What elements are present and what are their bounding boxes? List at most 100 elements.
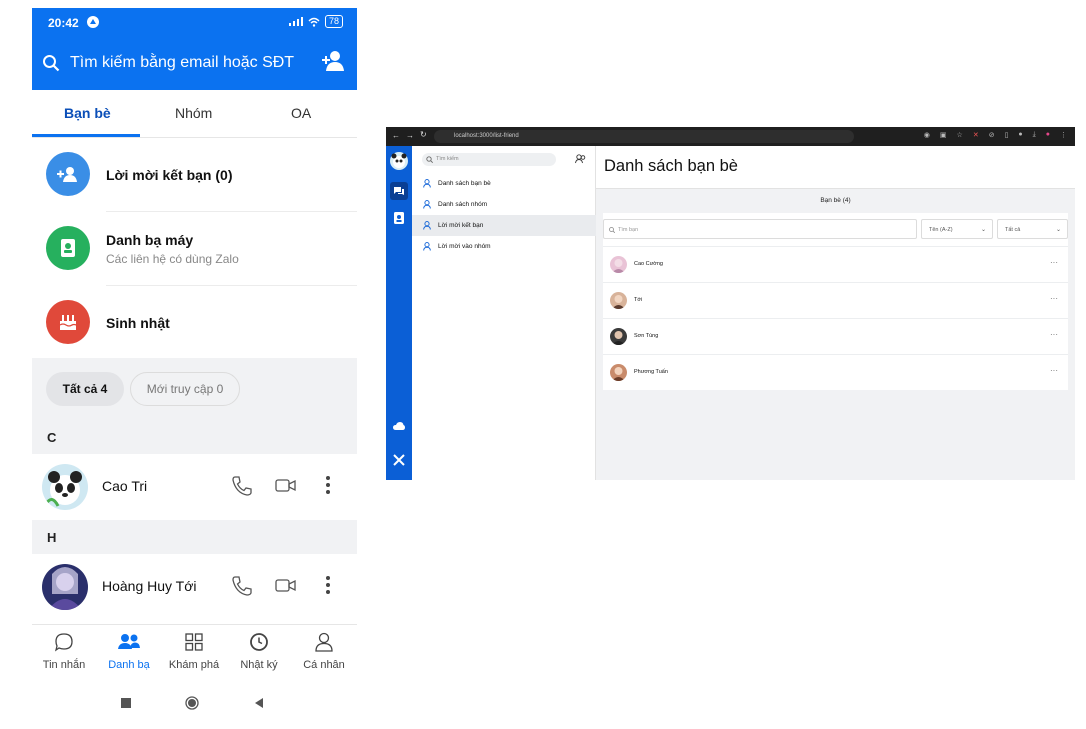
person-icon <box>423 200 431 209</box>
avatar <box>42 464 88 510</box>
contacts-icon[interactable] <box>390 209 408 227</box>
back-icon[interactable] <box>254 698 264 708</box>
system-navigation-bar <box>32 688 357 718</box>
recent-apps-icon[interactable] <box>121 698 131 708</box>
main-header: Danh sách bạn bè <box>596 146 1075 189</box>
add-friend-icon <box>46 152 90 196</box>
contact-menu-panel: Tìm kiếm Danh sách bạn bè Danh sách nhóm… <box>412 146 596 480</box>
person-icon <box>423 179 431 188</box>
search-bar[interactable]: Tìm kiếm bằng email hoặc SĐT <box>42 48 347 78</box>
more-options-icon[interactable] <box>325 574 331 596</box>
avatar <box>610 292 627 309</box>
extension-icon[interactable]: ▯ <box>1005 131 1009 139</box>
avatar <box>610 256 627 273</box>
section-letter-c: C <box>47 430 57 445</box>
friend-name: Cao Cường <box>634 261 663 267</box>
phone-contacts-subtitle: Các liên hệ có dùng Zalo <box>106 252 239 266</box>
filter-select[interactable]: Tất cả ⌄ <box>997 219 1068 239</box>
add-friend-button[interactable] <box>321 50 345 72</box>
menu-group-list[interactable]: Danh sách nhóm <box>412 194 596 215</box>
friend-row[interactable]: Cao Cường ··· <box>603 246 1068 282</box>
phone-call-icon[interactable] <box>230 574 252 596</box>
profile-icon[interactable]: ● <box>1046 131 1050 139</box>
extension-icon[interactable]: ⊘ <box>989 131 995 139</box>
contact-name: Hoàng Huy Tới <box>102 578 197 594</box>
phone-contacts-item[interactable]: Danh bạ máy Các liên hệ có dùng Zalo <box>32 212 357 286</box>
extension-icon[interactable]: ◉ <box>924 131 930 139</box>
battery-icon: 78 <box>324 15 343 28</box>
contact-name: Cao Tri <box>102 478 148 494</box>
filter-recent-chip[interactable]: Mới truy cập 0 <box>130 372 240 406</box>
tools-icon[interactable] <box>390 451 408 469</box>
friend-row[interactable]: Tới ··· <box>603 282 1068 318</box>
nav-discover[interactable]: Khám phá <box>162 631 226 671</box>
nav-messages[interactable]: Tin nhắn <box>32 631 96 671</box>
contact-row[interactable]: Hoàng Huy Tới <box>32 554 357 620</box>
forward-icon[interactable]: → <box>406 131 414 140</box>
avatar[interactable] <box>390 152 408 170</box>
avatar <box>610 364 627 381</box>
menu-label: Lời mời vào nhóm <box>438 243 491 250</box>
browser-extension-icons: ◉ ▣ ☆ ✕ ⊘ ▯ ● ⤓ ● ⋮ <box>924 131 1067 139</box>
phone-contacts-label: Danh bạ máy <box>106 232 194 248</box>
friend-requests-item[interactable]: Lời mời kết bạn (0) <box>32 138 357 212</box>
avatar <box>610 328 627 345</box>
nav-profile[interactable]: Cá nhân <box>292 631 356 671</box>
section-letter-h: H <box>47 530 57 545</box>
app-header: 20:42 78 Tìm kiếm bằng email hoặc SĐT <box>32 8 357 90</box>
url-text: localhost:3000/list-friend <box>454 133 519 139</box>
bottom-navigation: Tin nhắn Danh bạ Khám phá Nhật ký Cá nhâ… <box>32 624 357 680</box>
sort-select[interactable]: Tên (A-Z) ⌄ <box>921 219 993 239</box>
more-options-icon[interactable] <box>325 474 331 496</box>
tab-oa[interactable]: OA <box>291 105 311 121</box>
birthday-item[interactable]: Sinh nhật <box>32 286 357 360</box>
tab-groups[interactable]: Nhóm <box>175 105 212 121</box>
notification-icon <box>87 16 99 28</box>
more-options-icon[interactable]: ··· <box>1050 258 1058 267</box>
nav-contacts[interactable]: Danh bạ <box>97 631 161 671</box>
add-friend-icon[interactable] <box>575 154 586 164</box>
friend-row[interactable]: Phương Tuấn ··· <box>603 354 1068 390</box>
search-icon <box>609 227 615 233</box>
chat-bubble-icon <box>54 633 73 652</box>
contacts-icon <box>118 634 140 649</box>
nav-timeline[interactable]: Nhật ký <box>227 631 291 671</box>
reload-icon[interactable]: ↻ <box>420 130 427 139</box>
sidebar-search-input[interactable]: Tìm kiếm <box>422 153 556 166</box>
home-icon[interactable] <box>185 696 199 710</box>
active-tab-indicator <box>32 134 140 137</box>
avatar <box>42 564 88 610</box>
video-call-icon[interactable] <box>274 474 298 496</box>
cloud-icon[interactable] <box>390 417 408 435</box>
friend-requests-label: Lời mời kết bạn (0) <box>106 167 233 183</box>
extension-icon[interactable]: ✕ <box>973 131 979 139</box>
filter-all-chip[interactable]: Tất cả 4 <box>46 372 124 406</box>
person-icon <box>315 632 333 652</box>
browser-menu-icon[interactable]: ⋮ <box>1060 131 1067 139</box>
download-icon[interactable]: ⤓ <box>1033 131 1036 139</box>
clock-icon <box>250 633 268 651</box>
menu-friend-requests[interactable]: Lời mời kết bạn <box>412 215 596 236</box>
more-options-icon[interactable]: ··· <box>1050 294 1058 303</box>
chat-icon[interactable] <box>390 182 408 200</box>
menu-group-invites[interactable]: Lời mời vào nhóm <box>412 236 596 257</box>
tab-friends[interactable]: Bạn bè <box>64 105 111 121</box>
more-options-icon[interactable]: ··· <box>1050 330 1058 339</box>
status-icons: 78 <box>288 15 343 28</box>
phone-call-icon[interactable] <box>230 474 252 496</box>
extension-icon[interactable]: ● <box>1018 131 1022 139</box>
menu-friend-list[interactable]: Danh sách bạn bè <box>412 173 596 194</box>
friend-search-input[interactable]: Tìm bạn <box>603 219 917 239</box>
grid-icon <box>185 633 203 651</box>
phone-screen: 20:42 78 Tìm kiếm bằng email hoặc SĐT Bạ… <box>32 8 357 729</box>
extension-icon[interactable]: ▣ <box>940 131 947 139</box>
more-options-icon[interactable]: ··· <box>1050 366 1058 375</box>
video-call-icon[interactable] <box>274 574 298 596</box>
contact-row[interactable]: Cao Tri <box>32 454 357 520</box>
back-icon[interactable]: ← <box>392 131 400 140</box>
section-header-h: H <box>32 520 357 554</box>
friend-row[interactable]: Sơn Tùng ··· <box>603 318 1068 354</box>
address-bar[interactable]: localhost:3000/list-friend <box>434 130 854 143</box>
menu-label: Danh sách bạn bè <box>438 180 491 187</box>
star-icon[interactable]: ☆ <box>957 131 963 139</box>
